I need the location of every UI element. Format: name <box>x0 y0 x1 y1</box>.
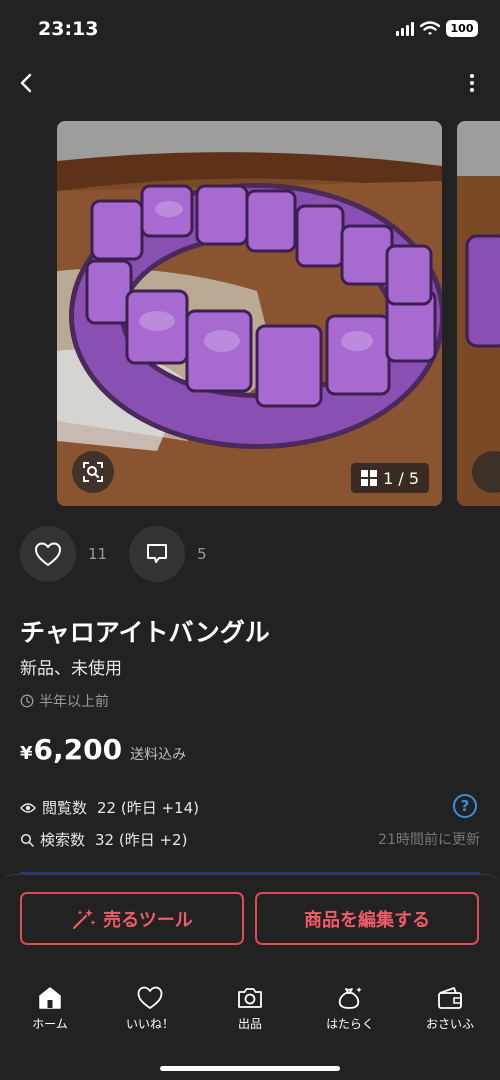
view-stats: 閲覧数 22 (昨日 +14) <box>20 797 199 818</box>
tab-likes[interactable]: いいね！ <box>100 975 200 1047</box>
views-value: 22 (昨日 +14) <box>97 799 199 817</box>
next-product-image[interactable] <box>457 121 500 506</box>
like-count: 11 <box>88 545 108 563</box>
battery-indicator: 100 <box>446 20 478 37</box>
home-indicator <box>160 1066 340 1071</box>
grid-icon <box>361 470 378 486</box>
updated-time: 21時間前に更新 <box>378 832 480 848</box>
views-label: 閲覧数 <box>42 799 88 817</box>
money-bag-icon <box>338 987 362 1009</box>
signal-icon <box>396 21 414 36</box>
social-row: 11 5 <box>20 526 229 582</box>
status-bar: 23:13 100 <box>0 0 500 58</box>
bottom-tab-bar: ホーム いいね！ 出品 はたらく おさいふ <box>0 975 500 1047</box>
image-search-button[interactable] <box>72 451 114 493</box>
shipping-note: 送料込み <box>130 747 187 763</box>
bracelet-photo-next <box>457 121 500 506</box>
item-title: チャロアイトバングル <box>20 618 270 647</box>
heart-icon <box>35 542 61 566</box>
home-icon <box>39 987 61 1009</box>
clock-icon <box>20 694 34 708</box>
more-dots-icon <box>470 74 474 78</box>
item-price: 6,200 <box>33 733 123 766</box>
top-nav <box>0 62 500 106</box>
heart-icon <box>137 986 163 1009</box>
edit-item-button[interactable]: 商品を編集する <box>255 892 479 945</box>
comment-count: 5 <box>197 545 207 563</box>
scan-icon <box>83 462 103 482</box>
image-counter-text: 1 / 5 <box>383 468 419 488</box>
action-bar: 売るツール 商品を編集する <box>0 874 500 964</box>
posted-time: 半年以上前 <box>20 691 109 711</box>
wifi-icon <box>420 21 440 35</box>
tab-likes-label: いいね！ <box>125 1017 174 1031</box>
sell-tool-button[interactable]: 売るツール <box>20 892 244 945</box>
bracelet-photo <box>57 121 442 506</box>
currency-symbol: ¥ <box>20 743 33 764</box>
like-button[interactable] <box>20 526 76 582</box>
sell-tool-label: 売るツール <box>103 909 193 931</box>
price-row: ¥ 6,200 送料込み <box>20 733 186 766</box>
image-counter[interactable]: 1 / 5 <box>351 463 429 493</box>
sparkle-wand-icon <box>73 908 96 929</box>
searches-value: 32 (昨日 +2) <box>95 831 188 849</box>
tab-sell-label: 出品 <box>237 1017 262 1031</box>
tab-wallet[interactable]: おさいふ <box>400 975 500 1047</box>
edit-item-label: 商品を編集する <box>304 909 430 931</box>
status-icons: 100 <box>396 20 478 37</box>
tab-home-label: ホーム <box>32 1017 68 1031</box>
chevron-left-icon <box>20 73 32 93</box>
searches-label: 検索数 <box>40 831 86 849</box>
wallet-icon <box>438 987 462 1009</box>
posted-time-text: 半年以上前 <box>39 694 109 710</box>
comment-icon <box>147 544 168 563</box>
comment-button[interactable] <box>129 526 186 582</box>
search-icon <box>20 833 34 847</box>
camera-icon <box>238 988 262 1008</box>
tab-work[interactable]: はたらく <box>300 975 400 1047</box>
search-stats: 検索数 32 (昨日 +2) <box>20 829 187 850</box>
back-button[interactable] <box>12 68 42 98</box>
tab-wallet-label: おさいふ <box>425 1017 474 1031</box>
item-condition: 新品、未使用 <box>20 659 122 679</box>
tab-work-label: はたらく <box>326 1017 374 1031</box>
help-button[interactable]: ? <box>453 794 477 818</box>
more-options-button[interactable] <box>464 68 480 98</box>
status-time: 23:13 <box>38 18 99 40</box>
tab-sell[interactable]: 出品 <box>200 975 300 1047</box>
tab-home[interactable]: ホーム <box>0 975 100 1047</box>
product-image[interactable]: 1 / 5 <box>57 121 442 506</box>
eye-icon <box>20 802 36 813</box>
